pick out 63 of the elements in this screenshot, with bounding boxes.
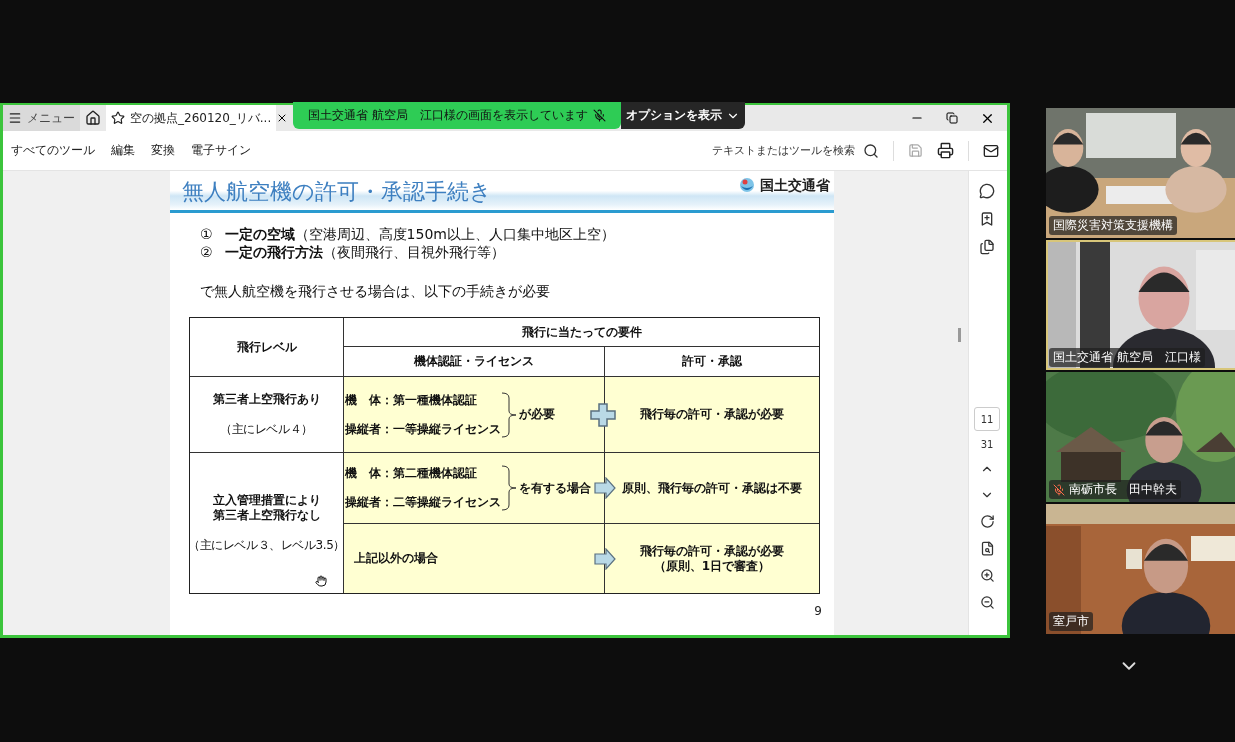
approval-text: 飛行毎の許可・承認が必要 <box>640 543 784 559</box>
page-number: 9 <box>814 604 822 618</box>
requirement-text: 上記以外の場合 <box>354 551 438 566</box>
condition-text: 一定の飛行方法（夜間飛行、目視外飛行等） <box>224 243 505 261</box>
level-note: （主にレベル４） <box>220 420 313 438</box>
condition-text: 一定の空域（空港周辺、高度150m以上、人口集中地区上空） <box>224 225 615 243</box>
arrow-icon <box>594 547 616 570</box>
search-icon <box>863 142 879 159</box>
print-icon[interactable] <box>937 142 954 159</box>
ministry-logo-icon <box>738 177 756 195</box>
page-number-field[interactable]: 11 <box>974 407 1000 431</box>
rotate-icon[interactable] <box>979 514 995 529</box>
file-search-icon[interactable] <box>979 541 995 556</box>
menu-icon <box>8 111 22 125</box>
condition-number: ② <box>200 243 213 261</box>
participant-name: 国土交通省 航空局 江口様 <box>1053 350 1201 365</box>
mail-icon[interactable] <box>983 142 999 159</box>
toolbar-menu-item[interactable]: 編集 <box>111 142 135 159</box>
condition-number: ① <box>200 225 213 243</box>
approval-text: （原則、1日で審査） <box>653 558 771 574</box>
toolbar-menu-item[interactable]: 変換 <box>151 142 175 159</box>
requirement-suffix: を有する場合 <box>519 479 591 497</box>
requirement-suffix: が必要 <box>519 406 555 423</box>
star-icon <box>111 111 125 125</box>
flight-level-text: 第三者上空飛行あり <box>212 391 321 407</box>
approval-text: 飛行毎の許可・承認が必要 <box>640 407 784 422</box>
hand-cursor-icon <box>315 575 327 587</box>
options-button[interactable]: オプションを表示 <box>621 102 745 129</box>
zoom-out-icon[interactable] <box>979 595 995 610</box>
level-note: （主にレベル３、レベル3.5） <box>187 536 346 554</box>
screen-share-text: 国土交通省 航空局 江口様の画面を表示しています <box>308 107 588 124</box>
search-field[interactable]: テキストまたはツールを検索 <box>712 142 879 159</box>
home-icon <box>85 110 101 126</box>
participant-name: 室戸市 <box>1053 614 1089 629</box>
requirement-text: 機 体：第一種機体認証 <box>345 392 477 408</box>
restore-icon[interactable] <box>946 112 958 124</box>
brace-drawing <box>501 391 517 438</box>
intro-text: で無人航空機を飛行させる場合は、以下の手続きが必要 <box>199 282 551 301</box>
requirement-text: 機 体：第二種機体認証 <box>345 466 477 481</box>
requirement-text: 操縦者：一等操縦ライセンス <box>345 421 501 437</box>
requirement-text: 操縦者：二等操縦ライセンス <box>345 495 501 510</box>
plus-icon <box>590 402 616 427</box>
scrollbar-thumb[interactable] <box>958 328 961 342</box>
page-total: 31 <box>980 439 994 450</box>
table-header-cell: 飛行レベル <box>190 318 344 377</box>
toolbar-menu-item[interactable]: すべてのツール <box>11 142 95 159</box>
comment-icon[interactable] <box>979 183 995 199</box>
slide-title: 無人航空機の許可・承認手続き <box>182 178 492 206</box>
approval-text: 原則、飛行毎の許可・承認は不要 <box>622 480 802 496</box>
participant-name: 国際災害対策支援機構 <box>1053 218 1173 233</box>
flight-level-text: 第三者上空飛行なし <box>212 507 321 523</box>
arrow-icon <box>594 477 616 499</box>
brace-drawing <box>501 465 517 511</box>
toolbar-menu-item[interactable]: 電子サイン <box>191 142 251 159</box>
participant-name: 南砺市長 田中幹夫 <box>1069 482 1177 497</box>
flight-level-text: 立入管理措置により <box>212 492 321 508</box>
menu-tab[interactable]: メニュー <box>3 105 80 131</box>
ministry-name: 国土交通省 <box>760 177 830 195</box>
document-tab[interactable]: 空の拠点_260120_リバ... <box>106 105 277 131</box>
zoom-in-icon[interactable] <box>979 568 995 583</box>
table-header-cell: 機体認証・ライセンス <box>344 347 605 377</box>
pages-icon[interactable] <box>979 239 995 255</box>
bookmark-icon[interactable] <box>979 211 995 227</box>
